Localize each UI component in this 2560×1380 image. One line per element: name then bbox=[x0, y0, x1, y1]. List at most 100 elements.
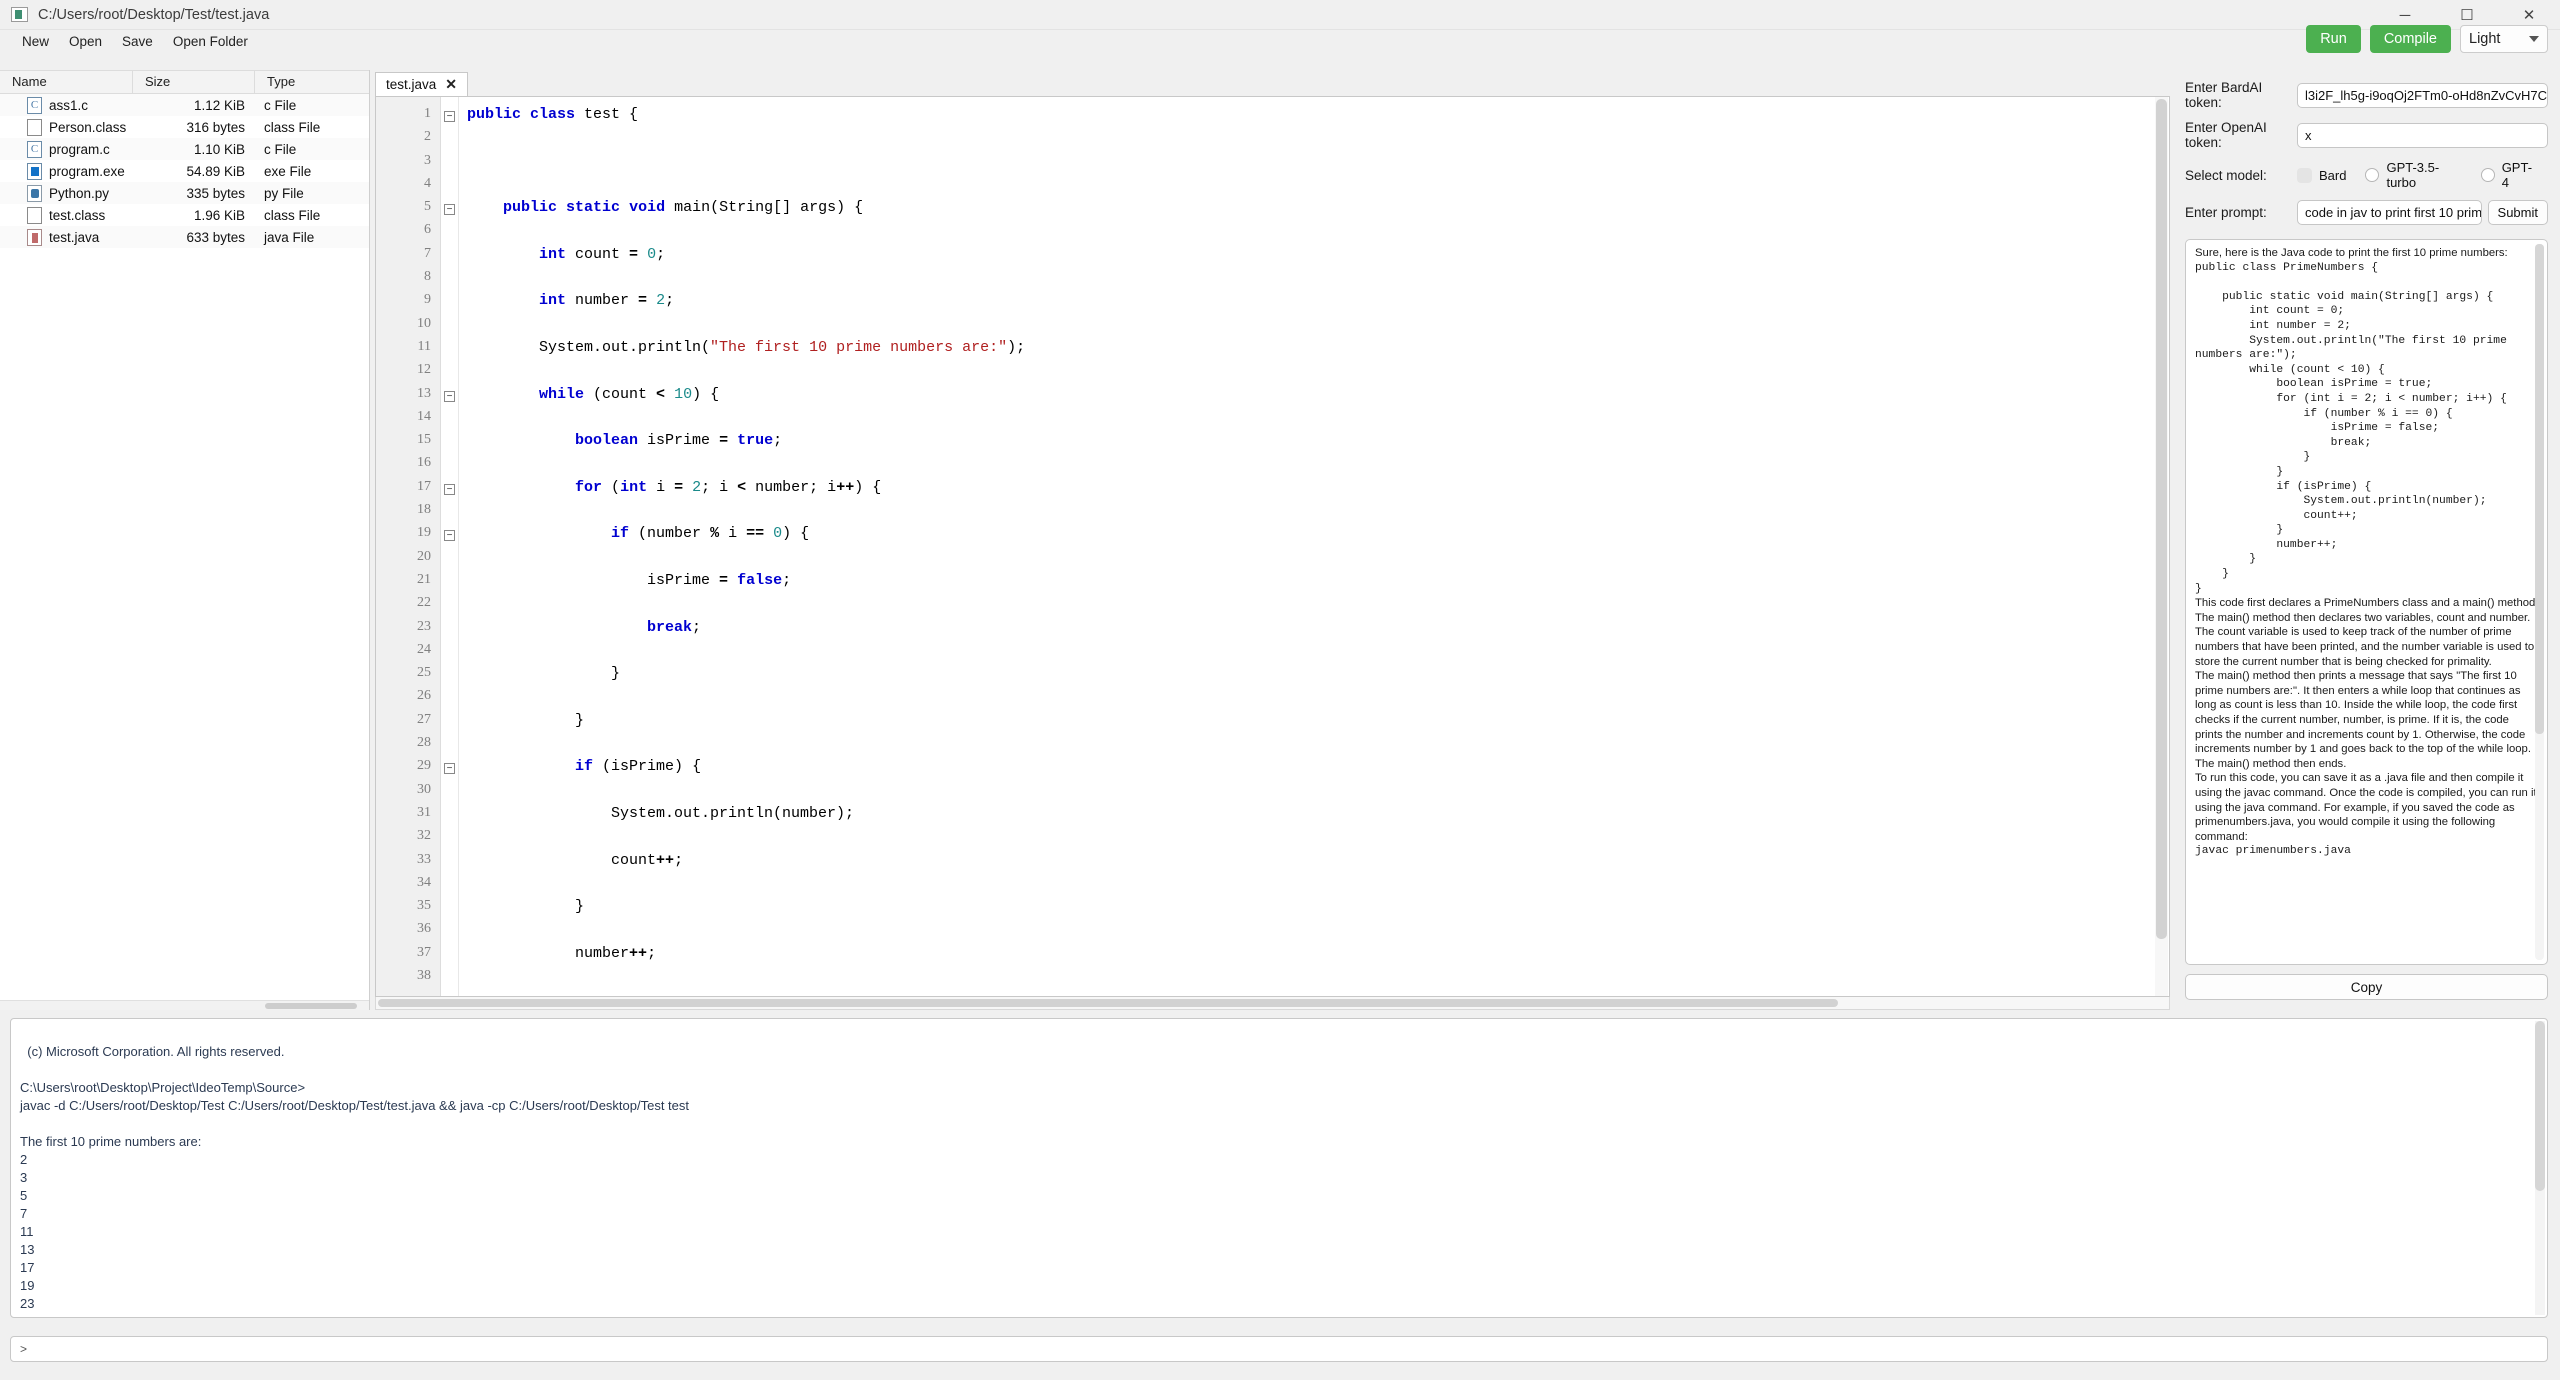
file-row[interactable]: Person.class 316 bytes class File bbox=[0, 116, 369, 138]
code-line: int number = 2; bbox=[539, 292, 675, 310]
theme-select[interactable]: Light bbox=[2460, 25, 2548, 53]
model-options: Bard GPT-3.5-turbo GPT-4 bbox=[2297, 160, 2548, 190]
model-label-gpt4: GPT-4 bbox=[2501, 160, 2533, 190]
file-size-cell: 1.10 KiB bbox=[193, 141, 245, 157]
line-number: 27 bbox=[417, 711, 431, 727]
file-row[interactable]: test.class 1.96 KiB class File bbox=[0, 204, 369, 226]
terminal-scrollbar[interactable] bbox=[2535, 1021, 2545, 1315]
terminal-output[interactable]: (c) Microsoft Corporation. All rights re… bbox=[10, 1018, 2548, 1318]
file-explorer: Name Size Type Cass1.c 1.12 KiB c File Pers… bbox=[0, 70, 370, 1010]
code-line: System.out.println(number); bbox=[467, 804, 855, 822]
file-type-cell: java File bbox=[264, 229, 315, 245]
line-number: 38 bbox=[417, 967, 431, 983]
line-number: 26 bbox=[417, 688, 431, 704]
file-size-cell: 335 bytes bbox=[186, 185, 245, 201]
tab-close-icon[interactable]: ✕ bbox=[445, 76, 457, 93]
line-number: 10 bbox=[417, 315, 431, 331]
ai-response-scrollbar[interactable] bbox=[2535, 244, 2544, 960]
file-name-cell: Cprogram.c bbox=[0, 140, 133, 158]
file-name-cell: program.exe bbox=[0, 162, 133, 180]
code-line: count++; bbox=[467, 851, 684, 869]
file-size-cell: 633 bytes bbox=[186, 229, 245, 245]
editor-horizontal-scrollbar[interactable] bbox=[375, 997, 2170, 1010]
radio-gpt35[interactable] bbox=[2365, 168, 2380, 182]
model-label-bard: Bard bbox=[2319, 167, 2347, 183]
openai-token-row: Enter OpenAI token: x bbox=[2185, 120, 2548, 150]
code-editor[interactable]: 1 2 3 4 5 6 7 8 9 10 11 12 13 14 15 16 17 18 19 20 21 22 23 24 2… bbox=[375, 96, 2170, 997]
exe-file-icon bbox=[27, 162, 42, 180]
ai-response-output[interactable]: Sure, here is the Java code to print the… bbox=[2185, 239, 2548, 965]
terminal-input[interactable]: > bbox=[10, 1336, 2548, 1362]
openai-token-input[interactable]: x bbox=[2297, 122, 2548, 148]
prompt-label: Enter prompt: bbox=[2185, 205, 2267, 220]
chevron-down-icon bbox=[2529, 36, 2539, 42]
radio-gpt4[interactable] bbox=[2480, 168, 2495, 182]
code-line: boolean isPrime = true; bbox=[575, 432, 783, 450]
code-fold-toggle[interactable]: − bbox=[444, 390, 455, 402]
column-header-type[interactable]: Type bbox=[255, 71, 369, 93]
column-header-size[interactable]: Size bbox=[133, 71, 255, 93]
column-header-name[interactable]: Name bbox=[0, 71, 133, 93]
model-select-label: Select model: bbox=[2185, 167, 2267, 183]
menu-item-open-folder[interactable]: Open Folder bbox=[163, 32, 258, 51]
file-row[interactable]: Cprogram.c 1.10 KiB c File bbox=[0, 138, 369, 160]
code-fold-toggle[interactable]: − bbox=[444, 763, 455, 775]
code-line: public static void main(String[] args) { bbox=[503, 199, 864, 217]
line-number: 18 bbox=[417, 502, 431, 518]
file-row[interactable]: test.java 633 bytes java File bbox=[0, 226, 369, 248]
line-number: 13 bbox=[417, 385, 431, 401]
code-line: while (count < 10) { bbox=[539, 385, 720, 403]
tab-test-java[interactable]: test.java ✕ bbox=[375, 72, 469, 96]
code-fold-toggle[interactable]: − bbox=[444, 204, 455, 216]
submit-button[interactable]: Submit bbox=[2487, 200, 2548, 225]
menu-item-open[interactable]: Open bbox=[59, 32, 112, 51]
code-fold-toggle[interactable]: − bbox=[444, 530, 455, 542]
line-number: 30 bbox=[417, 781, 431, 797]
code-line: isPrime = false; bbox=[467, 571, 792, 589]
file-name-cell: Cass1.c bbox=[0, 96, 133, 114]
menu-item-save[interactable]: Save bbox=[112, 32, 163, 51]
file-list-scrollbar[interactable] bbox=[0, 1000, 369, 1010]
code-fold-toggle[interactable]: − bbox=[444, 111, 455, 122]
file-name-cell: test.java bbox=[0, 228, 133, 246]
copy-button[interactable]: Copy bbox=[2185, 974, 2548, 1000]
line-number: 2 bbox=[424, 129, 431, 145]
code-line: number++; bbox=[467, 944, 657, 962]
file-type-cell: c File bbox=[264, 141, 297, 157]
editor-pane: test.java ✕ 1 2 3 4 5 6 7 8 9 10 11 12 13 14 15 16 17 18 1… bbox=[370, 70, 2175, 1010]
prompt-row: Enter prompt: code in jav to print first… bbox=[2185, 200, 2548, 225]
file-row[interactable]: Cass1.c 1.12 KiB c File bbox=[0, 94, 369, 116]
code-text[interactable]: public class test { public static void m… bbox=[459, 97, 2169, 996]
compile-button[interactable]: Compile bbox=[2369, 25, 2451, 53]
file-size-cell: 54.89 KiB bbox=[186, 163, 245, 179]
file-size-cell: 316 bytes bbox=[186, 119, 245, 135]
editor-vertical-scrollbar[interactable] bbox=[2155, 97, 2168, 996]
response-paragraph-3: The main() method then ends. bbox=[2195, 757, 2347, 770]
app-icon bbox=[11, 7, 28, 22]
checkbox-bard[interactable] bbox=[2297, 167, 2312, 183]
editor-tabstrip: test.java ✕ bbox=[370, 70, 2175, 96]
code-fold-toggle[interactable]: − bbox=[444, 483, 455, 495]
prompt-input[interactable]: code in jav to print first 10 prime numb bbox=[2297, 200, 2482, 225]
bard-token-input[interactable]: l3i2F_lh5g-i9oqOj2FTm0-oHd8nZvCvH7C8Vg. bbox=[2297, 82, 2548, 108]
line-number: 7 bbox=[424, 245, 431, 261]
file-row[interactable]: Python.py 335 bytes py File bbox=[0, 182, 369, 204]
response-paragraph-2: The main() method then prints a message … bbox=[2195, 670, 2531, 756]
file-name-cell: Python.py bbox=[0, 184, 133, 202]
bard-token-label: Enter BardAI token: bbox=[2185, 80, 2263, 110]
code-line: int count = 0; bbox=[539, 245, 666, 263]
menu-item-new[interactable]: New bbox=[12, 32, 59, 51]
line-number: 11 bbox=[417, 338, 431, 354]
line-number: 3 bbox=[424, 152, 431, 168]
file-name-cell: test.class bbox=[0, 206, 133, 224]
run-button[interactable]: Run bbox=[2306, 25, 2361, 53]
file-row[interactable]: program.exe 54.89 KiB exe File bbox=[0, 160, 369, 182]
